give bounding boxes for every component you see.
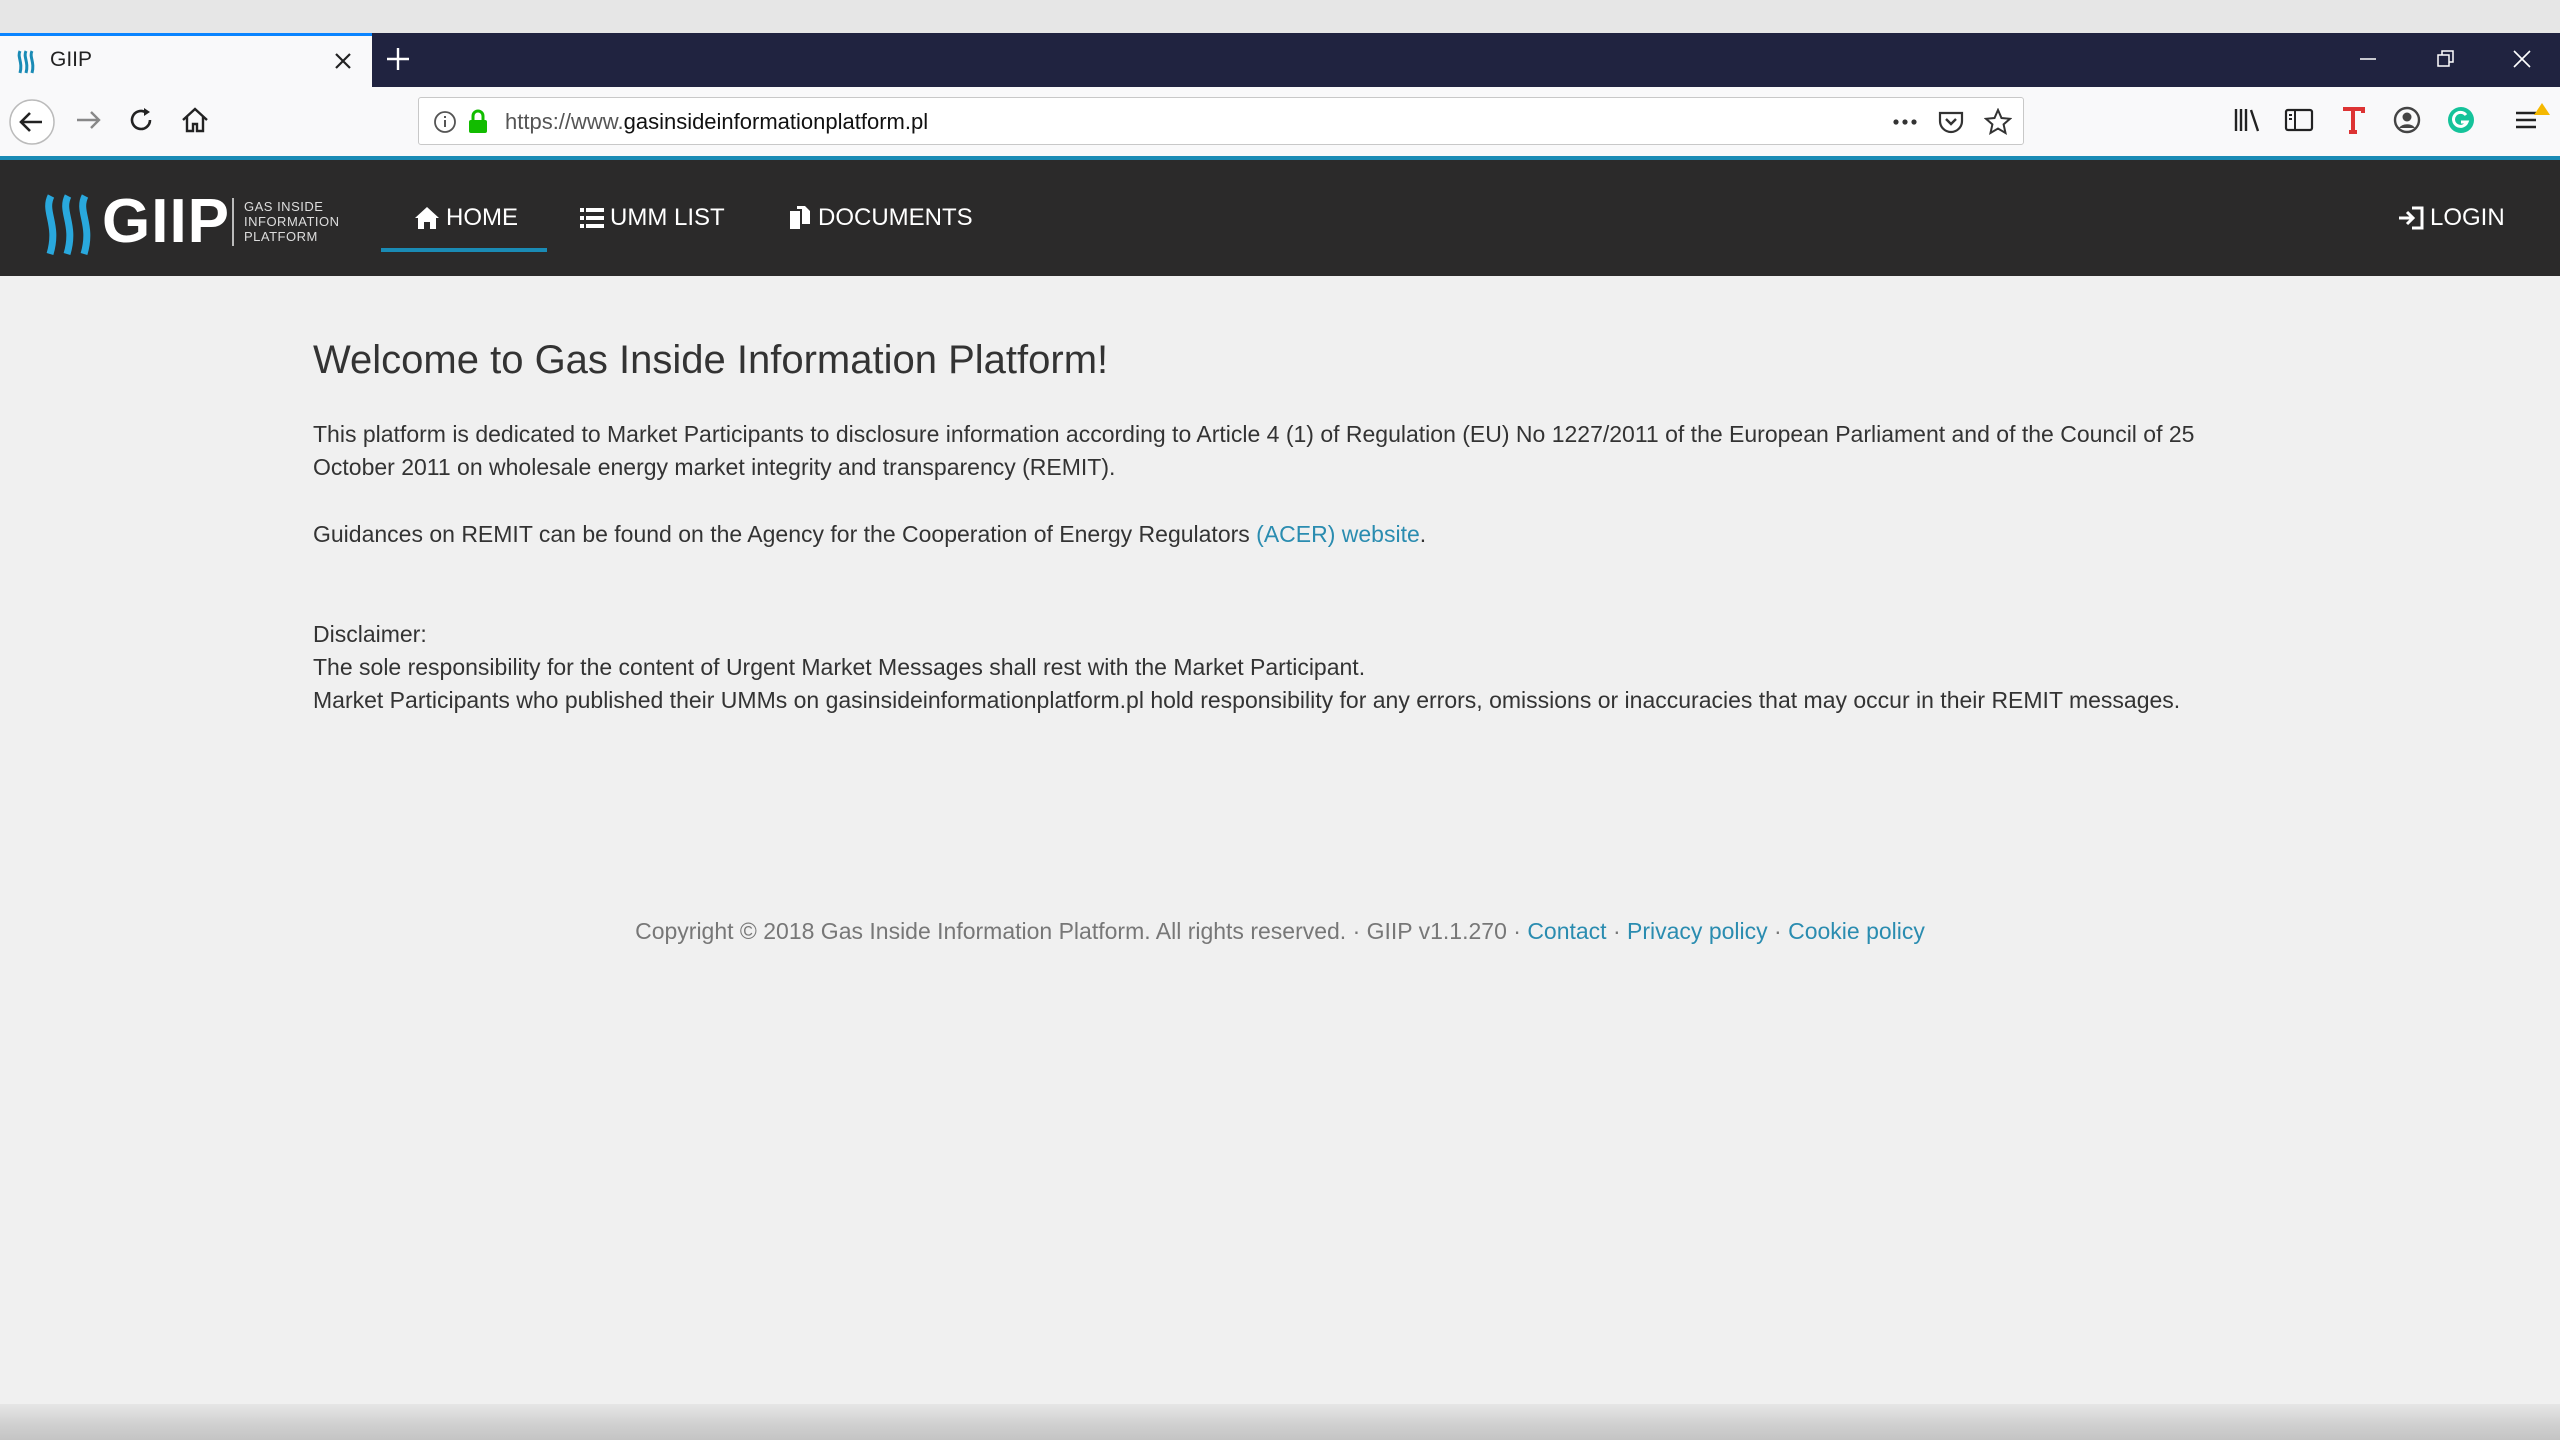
nav-umm-list-label: UMM LIST — [610, 204, 725, 231]
nav-documents-label: DOCUMENTS — [818, 204, 973, 231]
nav-login[interactable]: LOGIN — [2398, 194, 2505, 242]
browser-tab[interactable]: GIIP — [0, 33, 372, 87]
window-top-strip — [0, 0, 2560, 33]
nav-documents[interactable]: DOCUMENTS — [788, 194, 973, 242]
sidebar-toggle-icon[interactable] — [2282, 103, 2316, 137]
footer-privacy-link[interactable]: Privacy policy — [1627, 918, 1768, 944]
info-icon[interactable] — [433, 110, 457, 134]
back-arrow-icon[interactable] — [8, 98, 56, 146]
browser-nav-toolbar: https://www.gasinsideinformationplatform… — [0, 87, 2560, 156]
library-icon[interactable] — [2230, 103, 2264, 137]
list-icon — [580, 207, 604, 229]
nav-home-label: HOME — [446, 204, 518, 231]
site-header: GIIP GAS INSIDE INFORMATION PLATFORM HOM… — [0, 160, 2560, 276]
address-bar[interactable]: https://www.gasinsideinformationplatform… — [418, 97, 2024, 145]
grammarly-icon[interactable] — [2444, 103, 2478, 137]
footer-copyright: Copyright © 2018 Gas Inside Information … — [635, 918, 1528, 944]
nav-login-label: LOGIN — [2430, 204, 2505, 231]
desktop-background-edge — [0, 1404, 2560, 1440]
login-icon — [2398, 206, 2424, 230]
disclaimer-line-2: Market Participants who published their … — [313, 687, 2181, 713]
extension-t-icon[interactable] — [2336, 103, 2370, 137]
menu-hamburger-icon[interactable] — [2512, 103, 2552, 137]
page-title: Welcome to Gas Inside Information Platfo… — [313, 338, 1109, 382]
home-icon[interactable] — [178, 103, 212, 137]
footer-cookie-link[interactable]: Cookie policy — [1788, 918, 1925, 944]
disclaimer-line-1: The sole responsibility for the content … — [313, 654, 1366, 680]
extension-account-icon[interactable] — [2390, 103, 2424, 137]
forward-arrow-icon[interactable] — [72, 103, 106, 137]
nav-active-indicator — [381, 248, 547, 252]
window-close-icon[interactable] — [2510, 47, 2534, 71]
disclaimer-label: Disclaimer: — [313, 621, 427, 647]
bookmark-star-icon[interactable] — [1984, 108, 2012, 136]
new-tab-plus-icon[interactable] — [384, 45, 412, 73]
home-icon — [414, 206, 440, 230]
documents-icon — [788, 205, 812, 231]
nav-umm-list[interactable]: UMM LIST — [580, 194, 725, 242]
window-restore-icon[interactable] — [2434, 47, 2458, 71]
intro-paragraph: This platform is dedicated to Market Par… — [313, 421, 2195, 480]
guidance-paragraph: Guidances on REMIT can be found on the A… — [313, 521, 1427, 547]
logo-divider — [232, 198, 234, 246]
lock-icon[interactable] — [467, 109, 489, 135]
logo-wordmark: GIIP — [102, 187, 231, 256]
tab-close-icon[interactable] — [332, 50, 354, 72]
page-actions-more-icon[interactable] — [1891, 110, 1919, 134]
url-text[interactable]: https://www.gasinsideinformationplatform… — [505, 109, 928, 135]
acer-website-link[interactable]: (ACER) website — [1256, 521, 1420, 547]
footer-contact-link[interactable]: Contact — [1527, 918, 1606, 944]
pocket-icon[interactable] — [1937, 109, 1965, 135]
logo-subtitle: GAS INSIDE INFORMATION PLATFORM — [244, 199, 340, 244]
gas-flames-logo-icon — [42, 194, 96, 256]
giip-favicon-icon — [16, 49, 38, 75]
nav-home[interactable]: HOME — [414, 194, 518, 242]
footer: Copyright © 2018 Gas Inside Information … — [635, 918, 1925, 944]
window-minimize-icon[interactable] — [2356, 47, 2380, 71]
reload-icon[interactable] — [124, 103, 158, 137]
browser-tab-bar: GIIP — [0, 33, 2560, 87]
tab-title: GIIP — [50, 48, 93, 71]
